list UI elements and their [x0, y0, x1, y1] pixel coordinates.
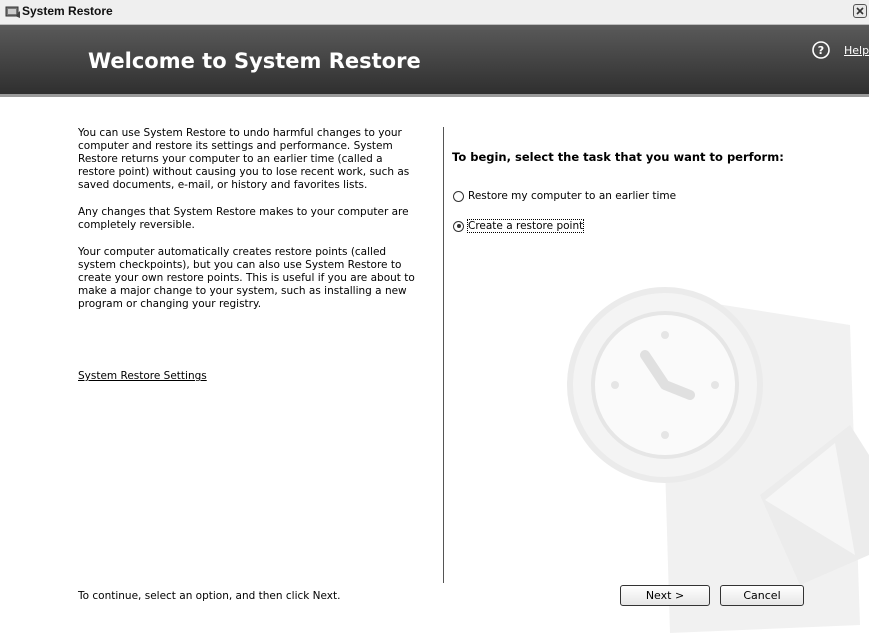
- restore-radio[interactable]: [453, 190, 464, 202]
- page-title: Welcome to System Restore: [88, 49, 421, 73]
- footer-instruction: To continue, select an option, and then …: [78, 590, 341, 602]
- intro-paragraph: Any changes that System Restore makes to…: [78, 206, 409, 231]
- column-divider: [443, 127, 444, 583]
- create-restore-point-label: Create a restore point: [466, 219, 585, 233]
- create-restore-point-radio[interactable]: [453, 220, 464, 232]
- task-prompt: To begin, select the task that you want …: [452, 150, 784, 164]
- restore-option[interactable]: Restore my computer to an earlier time: [453, 190, 676, 202]
- system-restore-icon: [5, 6, 20, 18]
- system-restore-settings-link[interactable]: System Restore Settings: [78, 370, 207, 382]
- help-link[interactable]: Help: [844, 44, 869, 57]
- restore-option-label: Restore my computer to an earlier time: [468, 190, 677, 202]
- cancel-button[interactable]: Cancel: [720, 585, 804, 606]
- svg-text:?: ?: [818, 44, 824, 57]
- create-restore-point-option[interactable]: Create a restore point: [453, 219, 585, 233]
- clock-restore-icon: [567, 287, 869, 633]
- window-title: System Restore: [22, 4, 113, 18]
- help-icon[interactable]: ?: [812, 41, 830, 59]
- header-banner: Welcome to System Restore ? Help: [0, 25, 869, 97]
- intro-paragraph: Your computer automatically creates rest…: [78, 246, 415, 310]
- intro-paragraph: You can use System Restore to undo harmf…: [78, 127, 410, 191]
- close-button[interactable]: [853, 4, 867, 18]
- close-icon: [856, 7, 864, 15]
- next-button[interactable]: Next >: [620, 585, 710, 606]
- next-button-label: Next >: [645, 589, 685, 602]
- title-bar: System Restore: [0, 0, 869, 25]
- intro-text: You can use System Restore to undo harmf…: [78, 127, 418, 325]
- cancel-button-label: Cancel: [743, 589, 781, 602]
